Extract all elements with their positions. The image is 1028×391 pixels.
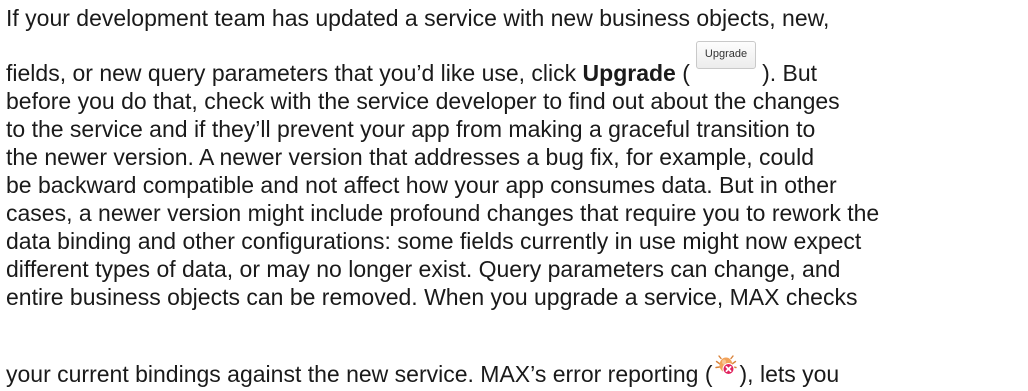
upgrade-button[interactable]: Upgrade xyxy=(695,40,757,69)
text-line: before you do that, check with the servi… xyxy=(6,88,840,114)
document-paragraph: If your development team has updated a s… xyxy=(0,0,1028,391)
text-line: If your development team has updated a s… xyxy=(6,5,830,31)
text-segment: ). But xyxy=(762,60,818,86)
text-segment: ), lets you xyxy=(739,361,840,387)
text-line: fields, or new query parameters that you… xyxy=(6,40,818,87)
text-segment: your current bindings against the new se… xyxy=(6,361,713,387)
text-line: data binding and other configurations: s… xyxy=(6,228,862,254)
text-segment: ( xyxy=(675,60,690,86)
text-line: your current bindings against the new se… xyxy=(6,355,840,388)
text-line: entire business objects can be removed. … xyxy=(6,284,858,310)
text-line: be backward compatible and not affect ho… xyxy=(6,172,837,198)
bug-error-icon xyxy=(714,355,737,377)
text-line: the newer version. A newer version that … xyxy=(6,144,814,170)
text-line: different types of data, or may no longe… xyxy=(6,256,841,282)
text-line: to the service and if they’ll prevent yo… xyxy=(6,116,816,142)
text-segment: fields, or new query parameters that you… xyxy=(6,60,583,86)
text-line: cases, a newer version might include pro… xyxy=(6,200,880,226)
upgrade-keyword: Upgrade xyxy=(582,60,676,86)
